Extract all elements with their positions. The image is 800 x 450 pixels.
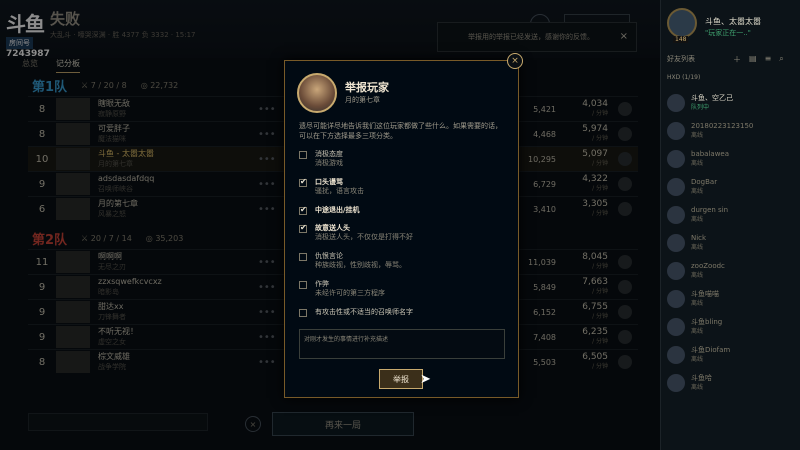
checkbox-checked[interactable] bbox=[299, 177, 307, 187]
avatar bbox=[667, 290, 685, 308]
checkbox-checked[interactable] bbox=[299, 223, 307, 233]
report-option-hate-speech[interactable]: 仇恨言论 种族歧视，性别歧视，辱骂。 bbox=[299, 251, 509, 270]
avatar bbox=[667, 206, 685, 224]
avatar bbox=[667, 150, 685, 168]
profile-status[interactable]: "玩家正在一.." bbox=[705, 28, 751, 38]
reported-player-name: 月的第七章 bbox=[345, 96, 380, 104]
dialog-title: 举报玩家 bbox=[345, 81, 389, 94]
report-option-cheating[interactable]: 作弊 未经许可的第三方程序 bbox=[299, 279, 509, 298]
friend-item[interactable]: 斗鱼喵喵 离线 bbox=[667, 286, 795, 312]
avatar bbox=[667, 262, 685, 280]
report-option-leaving-afk[interactable]: 中途退出/挂机 bbox=[299, 205, 509, 215]
checkbox[interactable] bbox=[299, 151, 307, 159]
friend-item[interactable]: durgen sin 离线 bbox=[667, 202, 795, 228]
checkbox[interactable] bbox=[299, 281, 307, 289]
friend-item[interactable]: 斗鱼bling 离线 bbox=[667, 314, 795, 340]
profile-avatar[interactable] bbox=[667, 8, 697, 38]
profile-level: 148 bbox=[673, 36, 689, 43]
avatar bbox=[667, 94, 685, 112]
close-icon[interactable]: × bbox=[507, 53, 523, 69]
folder-icon[interactable]: ▤ bbox=[749, 54, 757, 65]
report-submit-button[interactable]: 举报 bbox=[379, 369, 423, 389]
mouse-cursor-icon: ➤ bbox=[420, 372, 431, 387]
friend-actions: ＋ ▤ ≡ ⌕ bbox=[733, 54, 784, 65]
checkbox-checked[interactable] bbox=[299, 205, 307, 215]
dialog-description: 遗尽可能详尽地告诉我们这位玩家都做了些什么。如果需要的话，可以在下方选择最多三项… bbox=[299, 122, 502, 140]
friend-item[interactable]: 斗鱼、空乙己 队列中 bbox=[667, 90, 795, 116]
friend-item[interactable]: 20180223123150 离线 bbox=[667, 118, 795, 144]
avatar bbox=[667, 178, 685, 196]
friend-group-header[interactable]: HXD (1/19) bbox=[667, 74, 700, 81]
avatar bbox=[667, 374, 685, 392]
sort-icon[interactable]: ≡ bbox=[765, 54, 772, 65]
report-player-dialog: × 举报玩家 月的第七章 遗尽可能详尽地告诉我们这位玩家都做了些什么。如果需要的… bbox=[284, 53, 523, 398]
avatar bbox=[667, 346, 685, 364]
profile-name: 斗鱼、太嚣太嚣 bbox=[705, 17, 761, 26]
friend-item[interactable]: babalawea 离线 bbox=[667, 146, 795, 172]
reported-player-avatar bbox=[297, 73, 337, 113]
report-option-intentional-feeding[interactable]: 故意送人头消极送人头，不仅仅是打得不好 bbox=[299, 223, 509, 242]
search-icon[interactable]: ⌕ bbox=[779, 54, 783, 65]
social-sidebar: 148 斗鱼、太嚣太嚣 "玩家正在一.." 好友列表 ＋ ▤ ≡ ⌕ HXD (… bbox=[660, 0, 800, 450]
friend-item[interactable]: DogBar 离线 bbox=[667, 174, 795, 200]
friend-item[interactable]: 斗鱼哈 离线 bbox=[667, 370, 795, 396]
report-comment-textarea[interactable]: 对刚才发生的事情进行补充描述 bbox=[299, 329, 505, 359]
add-friend-icon[interactable]: ＋ bbox=[733, 54, 741, 65]
report-option-offensive-name[interactable]: 有攻击性或不适当的召唤师名字 bbox=[299, 307, 509, 317]
report-option-negative-attitude[interactable]: 消极态度 消极游戏 bbox=[299, 149, 509, 168]
friend-item[interactable]: 斗鱼Diofam 离线 bbox=[667, 342, 795, 368]
friend-item[interactable]: zooZoodc 离线 bbox=[667, 258, 795, 284]
report-option-verbal-abuse[interactable]: 口头谩骂骚扰，语言攻击 bbox=[299, 177, 509, 196]
avatar bbox=[667, 318, 685, 336]
avatar bbox=[667, 122, 685, 140]
friends-section-title: 好友列表 bbox=[667, 55, 695, 63]
avatar bbox=[667, 234, 685, 252]
checkbox[interactable] bbox=[299, 253, 307, 261]
friend-item[interactable]: Nick 离线 bbox=[667, 230, 795, 256]
checkbox[interactable] bbox=[299, 309, 307, 317]
